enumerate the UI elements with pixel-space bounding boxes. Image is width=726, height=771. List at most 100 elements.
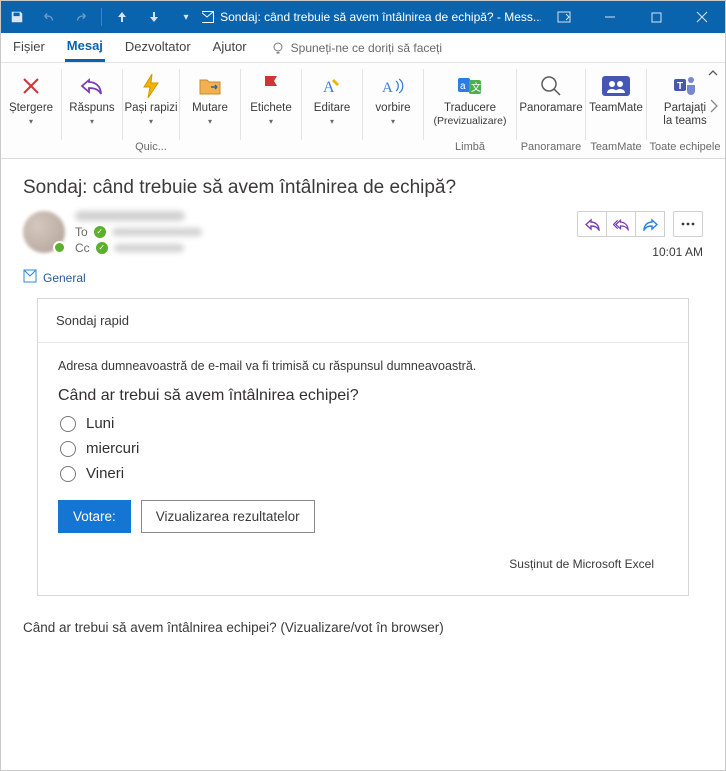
svg-text:A: A <box>382 80 393 96</box>
quick-steps-group-label: Quic... <box>125 139 177 155</box>
lightbulb-icon <box>271 41 285 55</box>
cc-recipient-redacted <box>114 244 184 252</box>
quick-steps-button[interactable]: Pași rapizi▾ <box>123 67 179 139</box>
tell-me-search[interactable]: Spuneți-ne ce doriți să faceți <box>271 41 442 55</box>
tags-button[interactable]: Etichete▾ <box>243 67 299 139</box>
collapse-ribbon-button[interactable] <box>707 67 719 82</box>
speech-button[interactable]: A vorbire▾ <box>365 67 421 139</box>
forward-button[interactable] <box>635 211 665 237</box>
group-teammate: TeamMate TeamMate <box>586 63 646 158</box>
lightning-icon <box>141 70 161 102</box>
poll-option-label: miercuri <box>86 440 139 457</box>
language-group-label: Limbă <box>426 139 514 155</box>
group-quick-steps: Pași rapizi▾ Quic... <box>123 63 179 158</box>
magnifier-icon <box>539 70 563 102</box>
poll-option[interactable]: miercuri <box>60 440 668 457</box>
quick-access-toolbar: ▾ <box>1 1 202 33</box>
people-icon <box>602 70 630 102</box>
zoom-button[interactable]: Panoramare <box>523 67 579 139</box>
tell-me-label: Spuneți-ne ce doriți să faceți <box>291 41 442 55</box>
message-header: To ✓ Cc ✓ <box>23 211 703 259</box>
reply-button[interactable] <box>577 211 607 237</box>
group-language: a文 Traducere (Previzualizare) Limbă <box>424 63 516 158</box>
teammate-button[interactable]: TeamMate <box>588 67 644 139</box>
group-respond: Răspuns▾ <box>62 63 122 158</box>
undo-button[interactable] <box>33 1 65 33</box>
x-icon <box>20 70 42 102</box>
respond-label: Răspuns <box>69 102 114 115</box>
tab-developer[interactable]: Dezvoltator <box>123 35 193 60</box>
tab-message[interactable]: Mesaj <box>65 34 105 62</box>
poll-note: Adresa dumneavoastră de e-mail va fi tri… <box>58 359 668 373</box>
next-item-button[interactable] <box>138 1 170 33</box>
maximize-button[interactable] <box>633 1 679 33</box>
share-teams-label: Partajați la teams <box>658 102 712 128</box>
group-speech: A vorbire▾ <box>363 63 423 158</box>
poll-powered-by: Susținut de Microsoft Excel <box>58 533 668 585</box>
presence-dot-icon: ✓ <box>94 226 106 238</box>
ribbon-scroll-right-button[interactable] <box>709 99 719 116</box>
svg-text:a: a <box>460 81 466 92</box>
ribbon-tabs: Fișier Mesaj Dezvoltator Ajutor Spuneți-… <box>1 33 725 63</box>
more-actions-button[interactable] <box>673 211 703 237</box>
view-results-button[interactable]: Vizualizarea rezultatelor <box>141 500 315 533</box>
teams-icon: T <box>672 70 698 102</box>
delete-label: Ștergere <box>9 102 53 115</box>
poll-option[interactable]: Vineri <box>60 465 668 482</box>
respond-button[interactable]: Răspuns▾ <box>64 67 120 139</box>
to-recipient-redacted <box>112 228 202 236</box>
save-button[interactable] <box>1 1 33 33</box>
category-chip[interactable]: General <box>23 269 703 286</box>
folder-move-icon <box>198 70 222 102</box>
to-label: To <box>75 225 88 239</box>
message-subject: Sondaj: când trebuie să avem întâlnirea … <box>23 177 703 199</box>
translate-label: Traducere <box>444 102 496 115</box>
radio-icon <box>60 466 76 482</box>
svg-text:文: 文 <box>471 81 481 94</box>
category-icon <box>23 269 37 286</box>
teammate-group-label: TeamMate <box>588 139 644 155</box>
reply-all-button[interactable] <box>606 211 636 237</box>
ribbon-display-options-button[interactable] <box>541 1 587 33</box>
window-controls <box>541 1 725 33</box>
vote-button[interactable]: Votare: <box>58 500 131 533</box>
poll-options: Luni miercuri Vineri <box>60 415 668 482</box>
group-editing: A Editare▾ <box>302 63 362 158</box>
move-button[interactable]: Mutare▾ <box>182 67 238 139</box>
ribbon: Ștergere▾ Răspuns▾ Pași rapizi▾ <box>1 63 725 159</box>
tab-file[interactable]: Fișier <box>11 35 47 60</box>
editing-button[interactable]: A Editare▾ <box>304 67 360 139</box>
poll-option[interactable]: Luni <box>60 415 668 432</box>
tags-label: Etichete <box>250 102 292 115</box>
redo-button[interactable] <box>65 1 97 33</box>
qat-customize-button[interactable]: ▾ <box>170 1 202 33</box>
zoom-label: Panoramare <box>519 102 582 115</box>
presence-dot-icon: ✓ <box>96 242 108 254</box>
window-title-text: Sondaj: când trebuie să avem întâlnirea … <box>220 10 541 24</box>
quick-steps-label: Pași rapizi <box>124 102 177 115</box>
close-button[interactable] <box>679 1 725 33</box>
text-style-icon: A <box>321 70 343 102</box>
poll-option-label: Vineri <box>86 465 124 482</box>
minimize-button[interactable] <box>587 1 633 33</box>
read-aloud-icon: A <box>381 70 405 102</box>
category-label: General <box>43 271 86 285</box>
zoom-group-label: Panoramare <box>519 139 583 155</box>
radio-icon <box>60 441 76 457</box>
svg-text:T: T <box>677 81 683 92</box>
poll-option-label: Luni <box>86 415 114 432</box>
flag-icon <box>261 70 281 102</box>
tab-help[interactable]: Ajutor <box>211 35 249 60</box>
group-zoom: Panoramare Panoramare <box>517 63 585 158</box>
delete-button[interactable]: Ștergere▾ <box>3 67 59 139</box>
group-move: Mutare▾ <box>180 63 240 158</box>
translate-button[interactable]: a文 Traducere (Previzualizare) <box>426 67 514 139</box>
share-teams-button[interactable]: T Partajați la teams <box>657 67 713 139</box>
poll-card: Sondaj rapid Adresa dumneavoastră de e-m… <box>37 298 689 596</box>
teammate-label: TeamMate <box>589 102 643 115</box>
reply-icon <box>79 70 105 102</box>
message-time: 10:01 AM <box>577 245 703 259</box>
previous-item-button[interactable] <box>106 1 138 33</box>
view-in-browser-link[interactable]: Când ar trebui să avem întâlnirea echipe… <box>1 596 725 635</box>
translate-sub-label: (Previzualizare) <box>434 115 507 127</box>
